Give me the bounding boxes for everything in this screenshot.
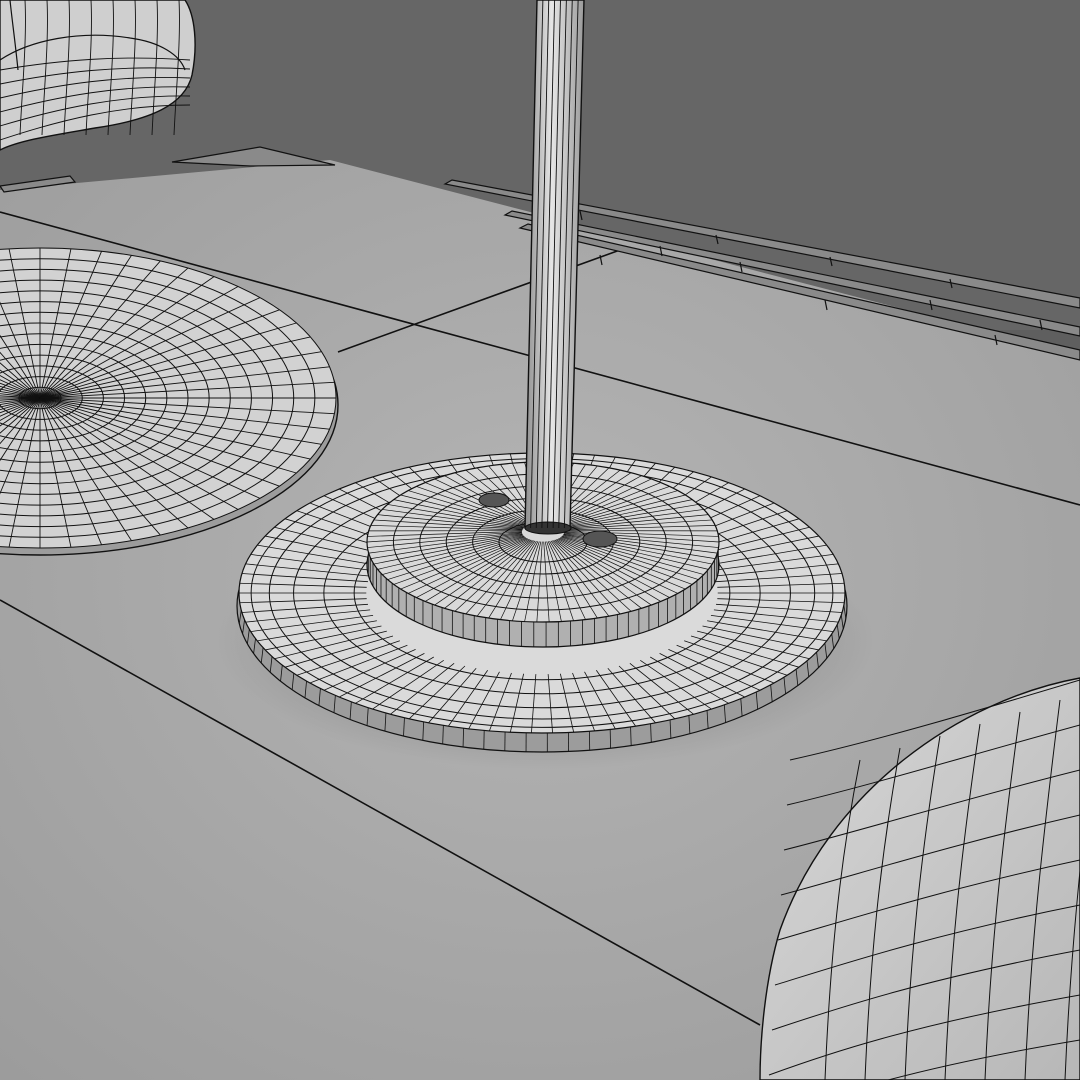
screw-head-left [478, 492, 510, 508]
viewport [0, 0, 1080, 1080]
wireframe-scene [0, 0, 1080, 1080]
screw-head-right [582, 530, 618, 548]
